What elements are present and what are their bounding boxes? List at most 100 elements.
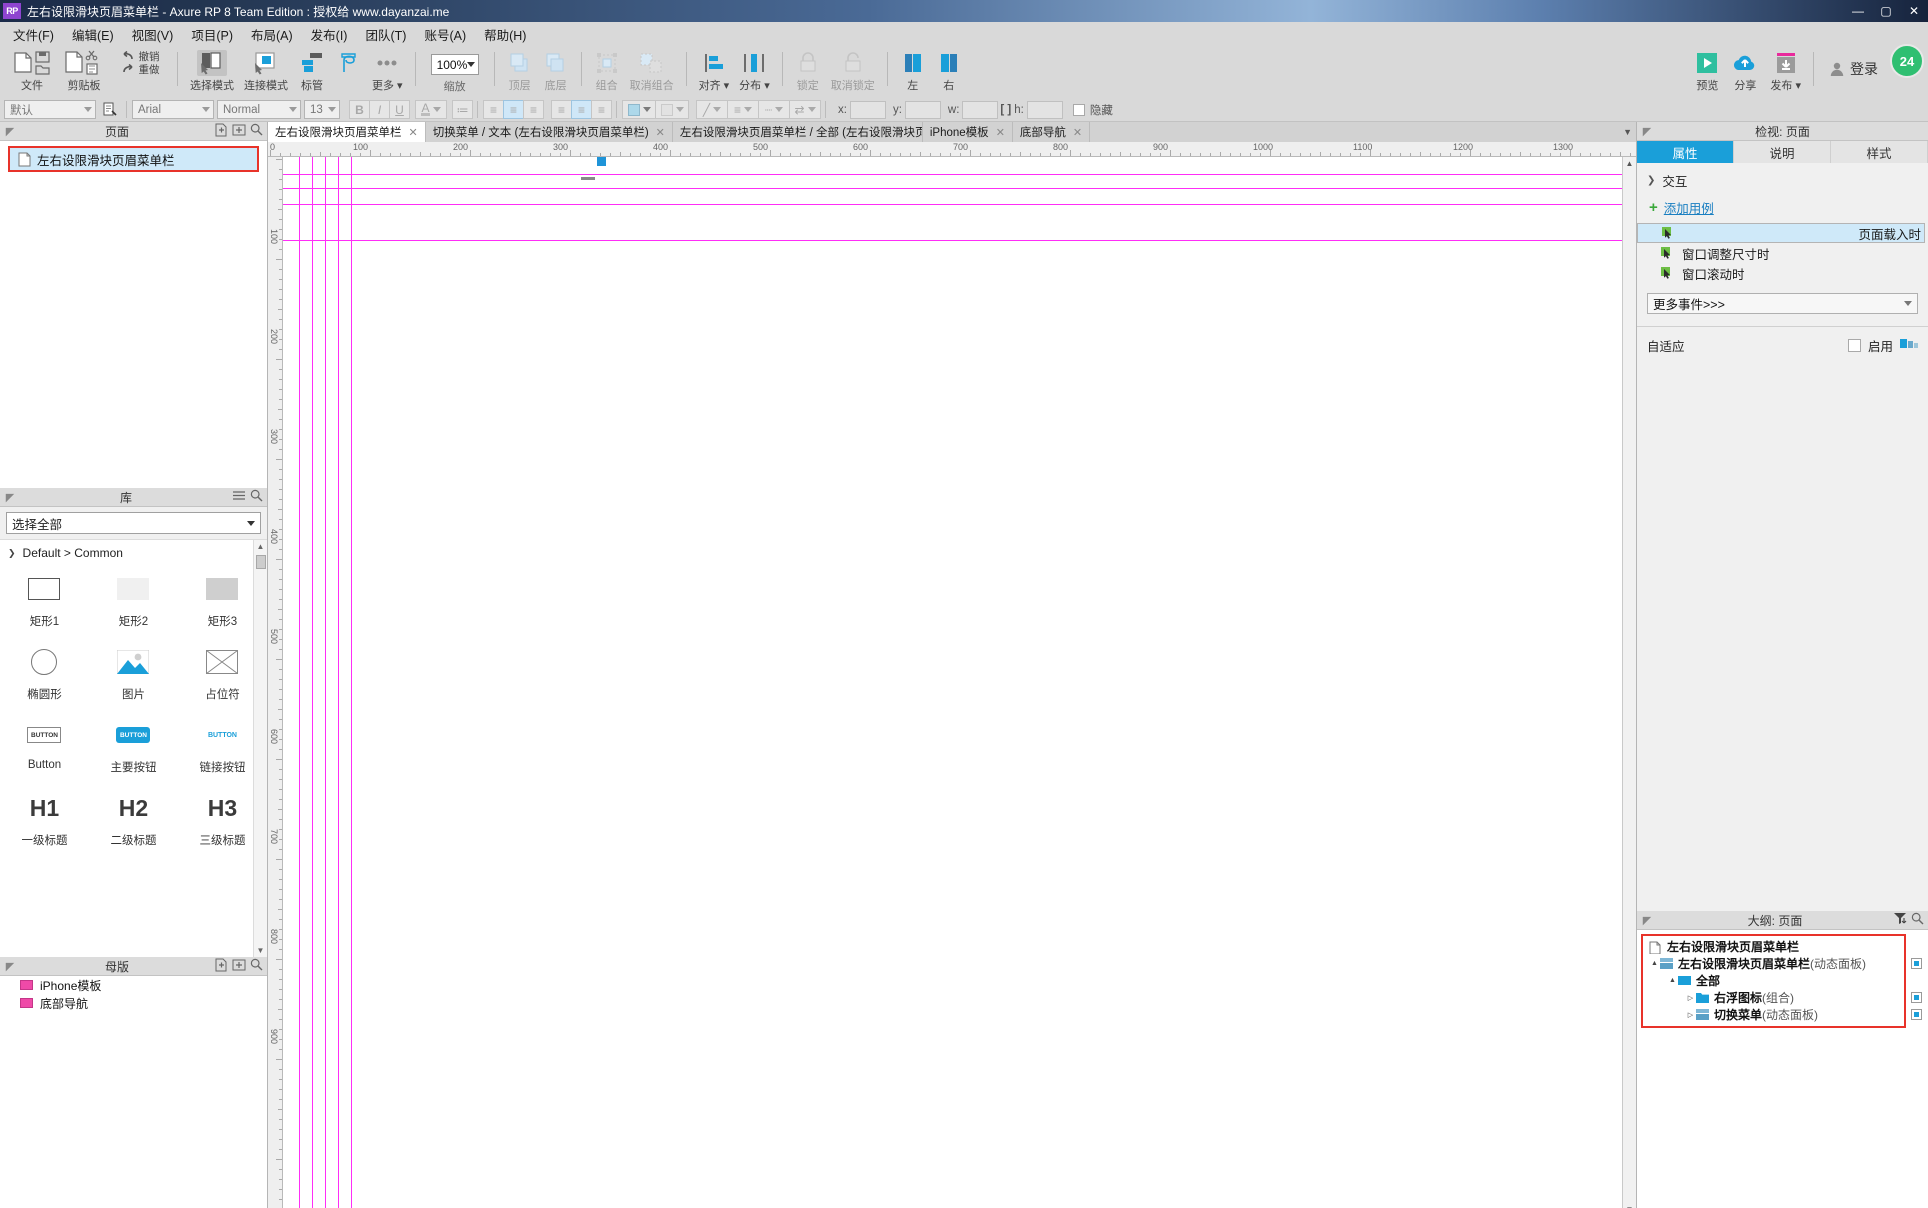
close-button[interactable]: ✕ (1900, 0, 1928, 22)
format-painter-icon[interactable] (99, 102, 121, 117)
clipboard-button[interactable]: 剪贴板 (58, 46, 110, 96)
menu-account[interactable]: 账号(A) (415, 22, 475, 47)
master-item-1[interactable]: 底部导航 (0, 994, 267, 1012)
bullet-list-button[interactable]: ≔ (452, 100, 473, 119)
align-right-button[interactable]: ≡ (523, 100, 544, 119)
menu-layout[interactable]: 布局(A) (242, 22, 302, 47)
bring-front-button[interactable]: 顶层 (502, 46, 538, 96)
preview-button[interactable]: 预览 (1689, 46, 1725, 96)
guide-vertical[interactable] (338, 157, 339, 1208)
group-button[interactable]: 组合 (589, 46, 625, 96)
vertical-ruler[interactable]: 100 200 300 400 500 600 700 800 900 (268, 157, 283, 1208)
widget-rect2[interactable]: 矩形2 (89, 570, 178, 629)
zoom-control[interactable]: 100% 缩放 (423, 46, 487, 98)
underline-button[interactable]: U (389, 100, 410, 119)
send-back-button[interactable]: 底层 (538, 46, 574, 96)
guide-vertical[interactable] (312, 157, 313, 1208)
more-button[interactable]: 更多 ▾ (367, 46, 408, 96)
outline-row-switch-menu[interactable]: ▷ 切换菜单 (动态面板) (1643, 1006, 1922, 1023)
widget-primary-button[interactable]: BUTTON 主要按钮 (89, 716, 178, 775)
widget-image[interactable]: 图片 (89, 643, 178, 702)
menu-edit[interactable]: 编辑(E) (63, 22, 123, 47)
visibility-toggle[interactable] (1911, 1009, 1922, 1020)
tab-2[interactable]: 左右设限滑块页眉菜单栏 / 全部 (左右设限滑块页眉菜... ✕ (672, 122, 923, 142)
scroll-up-icon[interactable]: ▲ (257, 540, 265, 553)
guide-horizontal[interactable] (283, 174, 1622, 175)
status-badge[interactable]: 24 (1890, 44, 1924, 78)
add-page-icon[interactable] (214, 123, 228, 140)
triangle-expanded-icon[interactable]: ▲ (1649, 960, 1660, 967)
tab-notes[interactable]: 说明 (1734, 141, 1831, 163)
search-icon[interactable] (250, 958, 263, 974)
add-case-link[interactable]: 添加用例 (1664, 198, 1714, 217)
file-button[interactable]: 文件 (6, 46, 58, 96)
guide-horizontal[interactable] (283, 188, 1622, 189)
fill-color-button[interactable] (622, 100, 656, 119)
font-family-select[interactable]: Arial (132, 100, 214, 119)
x-input[interactable] (849, 100, 886, 119)
interaction-section-header[interactable]: ❯ 交互 (1637, 163, 1928, 196)
align-button[interactable]: 对齐 ▾ (694, 46, 735, 96)
search-icon[interactable] (250, 489, 263, 505)
menu-team[interactable]: 团队(T) (356, 22, 415, 47)
widget-button[interactable]: BUTTON Button (0, 716, 89, 775)
menu-project[interactable]: 项目(P) (182, 22, 242, 47)
selection-handle[interactable] (581, 177, 595, 180)
publish-button[interactable]: 发布 ▾ (1765, 46, 1806, 96)
collapse-icon[interactable]: ◤ (0, 125, 20, 138)
guide-vertical[interactable] (299, 157, 300, 1208)
tab-1[interactable]: 切换菜单 / 文本 (左右设限滑块页眉菜单栏) ✕ (425, 122, 673, 142)
guide-vertical[interactable] (351, 157, 352, 1208)
menu-file[interactable]: 文件(F) (4, 22, 63, 47)
search-icon[interactable] (1911, 912, 1924, 928)
scroll-down-icon[interactable]: ▼ (1626, 1203, 1634, 1208)
lock-ratio-icon[interactable]: [ ] (1000, 104, 1011, 116)
outline-row-state[interactable]: ▲ 全部 (1643, 972, 1904, 989)
widget-h1[interactable]: H1 一级标题 (0, 789, 89, 848)
align-left-button[interactable]: ≡ (483, 100, 504, 119)
tab-3[interactable]: iPhone模板 ✕ (922, 122, 1013, 142)
close-icon[interactable]: ✕ (409, 126, 418, 139)
master-item-0[interactable]: iPhone模板 (0, 976, 267, 994)
collapse-icon[interactable]: ◤ (0, 960, 20, 973)
add-case-row[interactable]: + 添加用例 (1637, 196, 1928, 223)
close-icon[interactable]: ✕ (656, 126, 665, 139)
tab-style[interactable]: 样式 (1831, 141, 1928, 163)
connect-mode-button[interactable]: 连接模式 (239, 46, 293, 96)
distribute-button[interactable]: 分布 ▾ (734, 46, 775, 96)
shadow-button[interactable] (655, 100, 689, 119)
guide-vertical[interactable] (325, 157, 326, 1208)
line-style-button[interactable]: ┈ (758, 100, 790, 119)
library-widgets-scroll[interactable]: ❯ Default > Common 矩形1 矩形2 矩形3 椭圆形 图片 占位… (0, 539, 267, 957)
scroll-up-icon[interactable]: ▲ (1626, 157, 1634, 170)
search-icon[interactable] (250, 123, 263, 139)
undo-redo-group[interactable]: 撤销 重做 (110, 46, 170, 96)
event-window-scroll[interactable]: 窗口滚动时 (1637, 263, 1928, 283)
close-icon[interactable]: ✕ (996, 126, 1005, 139)
canvas-vertical-scrollbar[interactable]: ▲ ▼ (1622, 157, 1636, 1208)
font-color-button[interactable]: A (415, 100, 447, 119)
menu-publish[interactable]: 发布(I) (302, 22, 357, 47)
bold-button[interactable]: B (349, 100, 370, 119)
tab-scroll-right[interactable]: ▼ (1619, 122, 1636, 142)
collapse-icon[interactable]: ◤ (1637, 914, 1657, 927)
tab-0[interactable]: 左右设限滑块页眉菜单栏 ✕ (268, 122, 426, 142)
menu-help[interactable]: 帮助(H) (475, 22, 535, 47)
library-scrollbar[interactable]: ▲ ▼ (253, 540, 267, 957)
collapse-icon[interactable]: ◤ (1637, 125, 1657, 138)
style-select[interactable]: 默认 (4, 100, 96, 119)
widget-ellipse[interactable]: 椭圆形 (0, 643, 89, 702)
add-folder-icon[interactable] (232, 123, 246, 140)
scroll-down-icon[interactable]: ▼ (257, 944, 265, 957)
guide-horizontal[interactable] (283, 240, 1622, 241)
hidden-checkbox[interactable] (1072, 103, 1085, 116)
zoom-select[interactable]: 100% (430, 54, 479, 75)
adaptive-views-icon[interactable] (1900, 337, 1918, 354)
triangle-collapsed-icon[interactable]: ▷ (1685, 994, 1696, 1002)
valign-top-button[interactable]: ≡ (551, 100, 572, 119)
library-category[interactable]: ❯ Default > Common (0, 540, 267, 566)
add-folder-icon[interactable] (232, 958, 246, 975)
align-center-button[interactable]: ≡ (503, 100, 524, 119)
event-page-load[interactable]: 页面载入时 (1637, 223, 1925, 243)
triangle-expanded-icon[interactable]: ▲ (1667, 977, 1678, 984)
